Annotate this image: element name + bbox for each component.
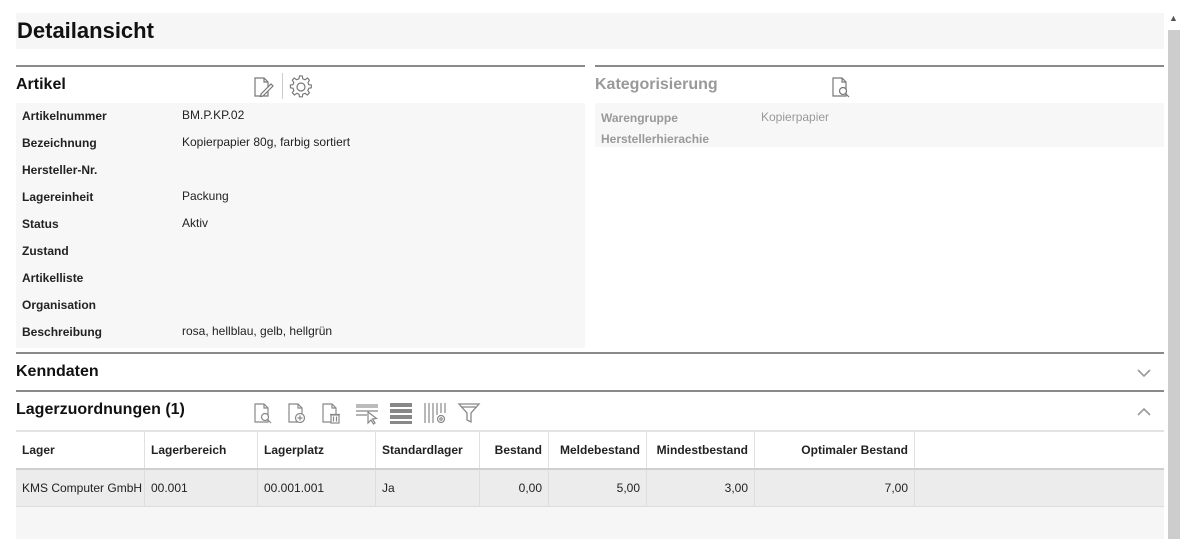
- field-label: Zustand: [22, 244, 69, 258]
- lagerzuordnungen-section-title: Lagerzuordnungen (1): [16, 401, 185, 418]
- toolbar-separator: [282, 73, 283, 99]
- add-document-icon[interactable]: [284, 401, 308, 425]
- field-value: BM.P.KP.02: [182, 108, 245, 122]
- table-empty-area: [16, 507, 1164, 539]
- column-header-lagerplatz[interactable]: Lagerplatz: [258, 432, 376, 468]
- field-row-zustand: Zustand: [16, 238, 585, 265]
- field-label: Bezeichnung: [22, 136, 97, 150]
- field-value: Packung: [182, 189, 229, 203]
- field-row-herstellerhierachie: Herstellerhierachie: [595, 125, 1164, 147]
- cell-lagerplatz: 00.001.001: [258, 470, 376, 506]
- scroll-up-icon[interactable]: ▲: [1169, 14, 1178, 23]
- field-label: Artikelliste: [22, 271, 84, 285]
- chevron-up-icon[interactable]: [1135, 403, 1153, 421]
- kategorisierung-field-panel: Warengruppe Kopierpapier Herstellerhiera…: [595, 103, 1164, 147]
- artikel-section-title: Artikel: [16, 76, 66, 93]
- edit-document-icon[interactable]: [250, 75, 274, 99]
- field-label: Beschreibung: [22, 325, 103, 339]
- artikel-section-header: Artikel: [16, 65, 585, 103]
- field-label: Artikelnummer: [22, 109, 107, 123]
- view-document-icon[interactable]: [250, 401, 274, 425]
- select-rows-icon[interactable]: [355, 401, 379, 425]
- field-value: rosa, hellblau, gelb, hellgrün: [182, 324, 333, 338]
- page-title: Detailansicht: [17, 18, 154, 43]
- kenndaten-section-header[interactable]: Kenndaten: [16, 352, 1164, 390]
- column-header-optimaler-bestand[interactable]: Optimaler Bestand: [755, 432, 915, 468]
- field-label: Status: [22, 217, 59, 231]
- field-value: Aktiv: [182, 216, 209, 230]
- field-row-warengruppe: Warengruppe Kopierpapier: [595, 103, 1164, 125]
- delete-document-icon[interactable]: [318, 401, 342, 425]
- scrollbar-thumb[interactable]: [1168, 30, 1180, 539]
- cell-optimaler-bestand: 7,00: [755, 470, 915, 506]
- field-label: Warengruppe: [601, 111, 678, 125]
- cell-lagerbereich: 00.001: [145, 470, 258, 506]
- kategorisierung-section-header: Kategorisierung: [595, 65, 1164, 103]
- column-header-standardlager[interactable]: Standardlager: [376, 432, 480, 468]
- cell-mindestbestand: 3,00: [647, 470, 755, 506]
- field-row-artikelnummer: Artikelnummer BM.P.KP.02: [16, 103, 585, 130]
- table-header-row: Lager Lagerbereich Lagerplatz Standardla…: [16, 432, 1164, 470]
- field-row-artikelliste: Artikelliste: [16, 265, 585, 292]
- field-label: Organisation: [22, 298, 97, 312]
- artikel-field-panel: Artikelnummer BM.P.KP.02 Bezeichnung Kop…: [16, 103, 585, 348]
- field-row-organisation: Organisation: [16, 292, 585, 319]
- column-header-meldebestand[interactable]: Meldebestand: [549, 432, 647, 468]
- column-header-lager[interactable]: Lager: [16, 432, 145, 468]
- column-header-mindestbestand[interactable]: Mindestbestand: [647, 432, 755, 468]
- chevron-down-icon[interactable]: [1135, 364, 1153, 382]
- kategorisierung-section-title: Kategorisierung: [595, 76, 718, 93]
- cell-meldebestand: 5,00: [549, 470, 647, 506]
- filter-icon[interactable]: [457, 401, 481, 425]
- field-row-bezeichnung: Bezeichnung Kopierpapier 80g, farbig sor…: [16, 130, 585, 157]
- cell-bestand: 0,00: [480, 470, 549, 506]
- field-row-lagereinheit: Lagereinheit Packung: [16, 184, 585, 211]
- column-header-bestand[interactable]: Bestand: [480, 432, 549, 468]
- field-value: Kopierpapier 80g, farbig sortiert: [182, 135, 351, 149]
- field-row-status: Status Aktiv: [16, 211, 585, 238]
- kenndaten-section-title: Kenndaten: [16, 363, 99, 380]
- table-row[interactable]: KMS Computer GmbH 00.001 00.001.001 Ja 0…: [16, 470, 1164, 507]
- gear-icon[interactable]: [289, 75, 313, 99]
- lagerzuordnungen-section-header[interactable]: Lagerzuordnungen (1): [16, 390, 1164, 432]
- cell-lager: KMS Computer GmbH: [16, 470, 145, 506]
- column-settings-icon[interactable]: [423, 401, 447, 425]
- field-label: Lagereinheit: [22, 190, 94, 204]
- vertical-scrollbar[interactable]: ▲: [1166, 0, 1182, 539]
- field-row-hersteller-nr: Hersteller-Nr.: [16, 157, 585, 184]
- cell-standardlager: Ja: [376, 470, 480, 506]
- field-label: Hersteller-Nr.: [22, 163, 98, 177]
- field-row-beschreibung: Beschreibung rosa, hellblau, gelb, hellg…: [16, 319, 585, 346]
- field-label: Herstellerhierachie: [601, 132, 710, 146]
- detail-view-page: Detailansicht Artikel Artikelnummer BM.P…: [0, 0, 1166, 539]
- list-view-icon[interactable]: [389, 401, 413, 425]
- view-document-icon[interactable]: [828, 75, 852, 99]
- field-value: Kopierpapier: [761, 110, 830, 124]
- column-header-lagerbereich[interactable]: Lagerbereich: [145, 432, 258, 468]
- page-header: Detailansicht: [16, 13, 1164, 49]
